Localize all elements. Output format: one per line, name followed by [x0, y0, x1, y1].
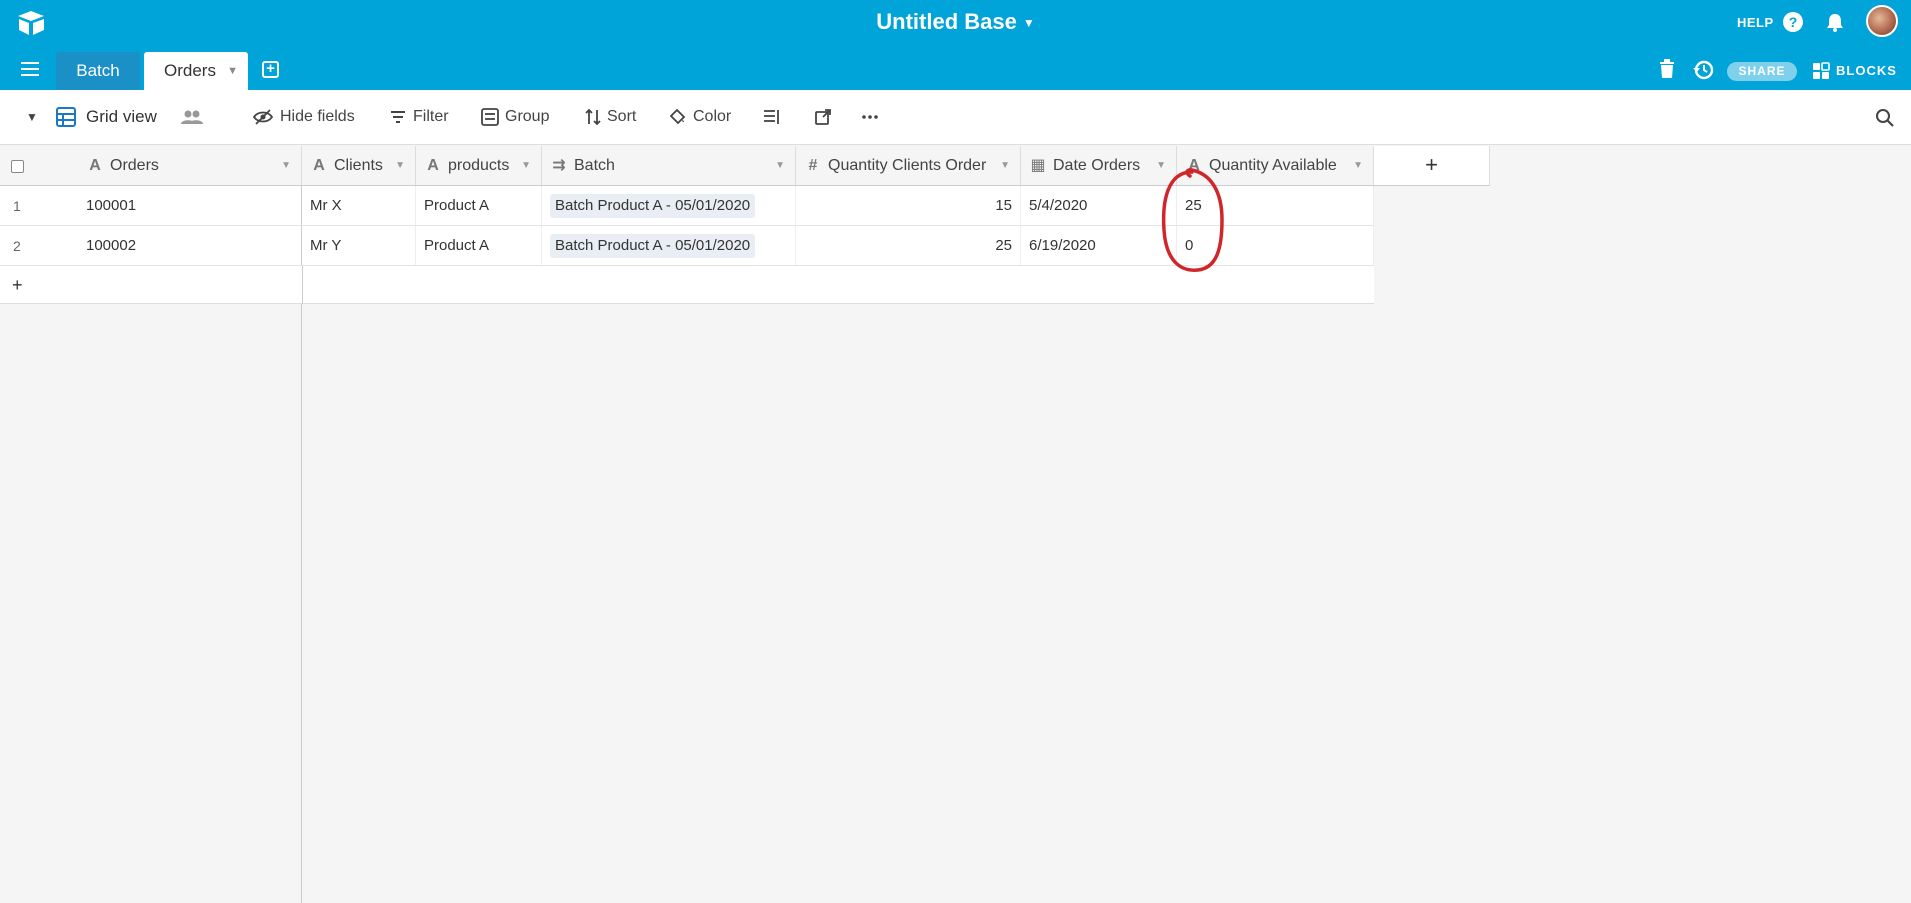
- group-icon[interactable]: [481, 108, 499, 126]
- chevron-down-icon[interactable]: ▼: [227, 52, 238, 90]
- grid: A Orders ▼ A Clients ▼ Aproducts ▼ ⇉ Batch ▼ # Q…: [0, 146, 1911, 903]
- view-list-toggle-icon[interactable]: ▼: [26, 110, 38, 124]
- hide-fields-icon[interactable]: [253, 108, 273, 126]
- column-header-clients[interactable]: A Clients ▼: [302, 146, 416, 185]
- chevron-down-icon[interactable]: ▼: [1000, 146, 1010, 185]
- view-toolbar: ▼ Grid view Hide fields Filter Group Sor…: [0, 90, 1911, 145]
- text-field-icon: A: [427, 157, 439, 174]
- help-link[interactable]: HELP: [1737, 15, 1774, 30]
- cell-products[interactable]: Product A: [416, 226, 542, 265]
- avatar[interactable]: [1866, 5, 1898, 37]
- linked-record-pill[interactable]: Batch Product A - 05/01/2020: [550, 194, 756, 218]
- tab-orders[interactable]: Orders ▼: [144, 52, 248, 90]
- chevron-down-icon[interactable]: ▼: [281, 146, 291, 185]
- column-header-orders[interactable]: A Orders ▼: [78, 146, 302, 185]
- trash-icon[interactable]: [1659, 59, 1675, 79]
- chevron-down-icon[interactable]: ▼: [1023, 16, 1035, 30]
- chevron-down-icon[interactable]: ▼: [521, 146, 531, 185]
- column-header-label: Batch: [574, 157, 615, 174]
- add-column-button[interactable]: +: [1374, 146, 1490, 186]
- color-button[interactable]: Color: [693, 106, 731, 128]
- share-button[interactable]: SHARE: [1727, 62, 1797, 81]
- row-height-icon[interactable]: [763, 108, 781, 126]
- collaborators-icon[interactable]: [181, 108, 203, 126]
- column-header-batch[interactable]: ⇉ Batch ▼: [542, 146, 796, 185]
- filter-icon[interactable]: [389, 108, 407, 126]
- paint-bucket-icon[interactable]: [668, 108, 686, 126]
- grid-view-icon: [56, 107, 76, 127]
- base-title-label[interactable]: Untitled Base: [876, 9, 1017, 34]
- number-field-icon: #: [808, 157, 818, 174]
- blocks-icon[interactable]: [1812, 62, 1830, 80]
- cell-orders[interactable]: 100001: [78, 186, 302, 225]
- row-number: 1: [13, 198, 21, 214]
- chevron-down-icon[interactable]: ▼: [775, 146, 785, 185]
- help-icon[interactable]: ?: [1783, 12, 1803, 32]
- column-header-label: Quantity Clients Order: [828, 157, 987, 174]
- cell-batch[interactable]: Batch Product A - 05/01/2020: [542, 226, 796, 265]
- tab-batch-label: Batch: [76, 61, 120, 80]
- base-title[interactable]: Untitled Base ▼: [0, 9, 1911, 35]
- app-bar: Untitled Base ▼ HELP ? Batch Orders ▼ + SH…: [0, 0, 1911, 90]
- cell-quantity-clients-order[interactable]: 25: [796, 226, 1021, 265]
- column-header-label: Orders: [110, 157, 159, 174]
- menu-icon[interactable]: [21, 62, 39, 76]
- add-table-button[interactable]: +: [262, 61, 279, 78]
- column-header-label: Clients: [334, 157, 383, 174]
- tab-orders-label: Orders: [164, 61, 216, 80]
- column-header-label: Date Orders: [1053, 157, 1141, 174]
- link-field-icon: ⇉: [552, 157, 566, 174]
- view-name[interactable]: Grid view: [86, 106, 157, 128]
- column-header-label: products: [448, 157, 510, 174]
- filter-button[interactable]: Filter: [413, 106, 449, 128]
- chevron-down-icon[interactable]: ▼: [1353, 146, 1363, 185]
- share-view-icon[interactable]: [814, 108, 832, 126]
- annotation-circle: [1161, 168, 1224, 272]
- add-row-label[interactable]: +: [12, 266, 23, 304]
- cell-batch[interactable]: Batch Product A - 05/01/2020: [542, 186, 796, 225]
- blocks-button[interactable]: BLOCKS: [1836, 63, 1897, 78]
- column-header-quantity-clients-order[interactable]: # Quantity Clients Order ▼: [796, 146, 1021, 185]
- chevron-down-icon[interactable]: ▼: [395, 146, 405, 185]
- date-field-icon: ▦: [1030, 157, 1046, 174]
- sort-icon[interactable]: [584, 108, 602, 126]
- cell-orders[interactable]: 100002: [78, 226, 302, 265]
- text-field-icon: A: [313, 157, 325, 174]
- history-icon[interactable]: [1692, 59, 1714, 81]
- column-header-products[interactable]: Aproducts ▼: [416, 146, 542, 185]
- cell-clients[interactable]: Mr X: [302, 186, 416, 225]
- row-number: 2: [13, 238, 21, 254]
- text-field-icon: A: [89, 157, 101, 174]
- sort-button[interactable]: Sort: [607, 106, 636, 128]
- tab-batch[interactable]: Batch: [56, 52, 140, 90]
- select-all-checkbox[interactable]: [11, 160, 24, 173]
- cell-clients[interactable]: Mr Y: [302, 226, 416, 265]
- search-icon[interactable]: [1875, 108, 1895, 128]
- more-options-icon[interactable]: [861, 108, 879, 126]
- pane-divider: [302, 266, 303, 304]
- group-button[interactable]: Group: [505, 106, 549, 128]
- cell-quantity-clients-order[interactable]: 15: [796, 186, 1021, 225]
- linked-record-pill[interactable]: Batch Product A - 05/01/2020: [550, 234, 756, 258]
- bell-icon[interactable]: [1824, 11, 1846, 33]
- cell-products[interactable]: Product A: [416, 186, 542, 225]
- hide-fields-button[interactable]: Hide fields: [280, 106, 355, 128]
